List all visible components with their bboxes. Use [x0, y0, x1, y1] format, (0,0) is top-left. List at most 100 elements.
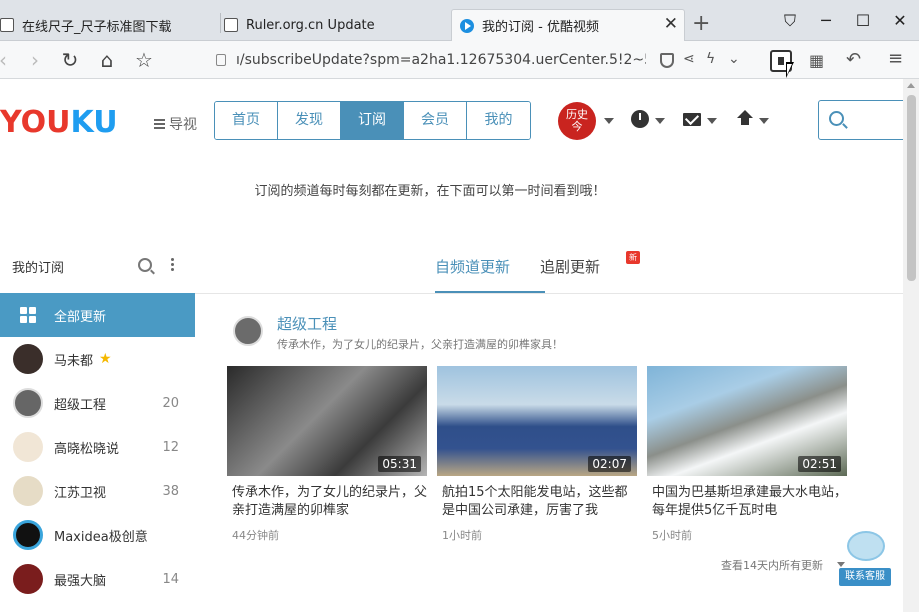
- sidebar-item-ma-weidu[interactable]: 马未都 ★: [0, 337, 195, 381]
- browser-tab-bar: 在线尺子_尺子标准图下载 Ruler.org.cn Update 我的订阅 - …: [0, 0, 919, 41]
- tab-channel-updates[interactable]: 自频道更新: [435, 256, 510, 289]
- subscribe-notice: 订阅的频道每时每刻都在更新，在下面可以第一时间看到哦！: [254, 184, 606, 199]
- nav-vip[interactable]: 会员: [404, 102, 467, 139]
- sidebar-item-label: 超级工程: [54, 397, 107, 413]
- video-card[interactable]: 02:51 中国为巴基斯坦承建最大水电站，每年提供5亿千瓦时电 5小时前: [647, 366, 847, 543]
- hamburger-icon: [154, 119, 165, 129]
- ruler-favicon-icon: [224, 18, 238, 32]
- user-avatar[interactable]: 历史今: [558, 102, 596, 140]
- sidebar-item-label: 马未都: [54, 353, 94, 369]
- upload-dropdown-icon[interactable]: [759, 118, 769, 124]
- view-all-updates-link[interactable]: 查看14天内所有更新: [721, 557, 823, 573]
- customer-service-button[interactable]: 联系客服: [839, 531, 891, 587]
- video-thumbnail[interactable]: 05:31: [227, 366, 427, 476]
- bookmark-star-icon[interactable]: ☆: [133, 49, 155, 71]
- main-nav: 首页 发现 订阅 会员 我的: [214, 101, 531, 140]
- channel-avatar: [13, 476, 43, 506]
- tab-title: 在线尺子_尺子标准图下载: [22, 19, 172, 35]
- page-scrollbar[interactable]: [903, 79, 919, 612]
- scrollbar-thumb[interactable]: [907, 95, 916, 281]
- video-time: 1小时前: [442, 529, 482, 542]
- reload-icon[interactable]: ↻: [59, 49, 81, 71]
- scroll-up-icon[interactable]: [907, 83, 915, 88]
- tab-youku-subscribe[interactable]: 我的订阅 - 优酷视频 ✕: [451, 9, 685, 41]
- guide-label: 导视: [169, 117, 197, 133]
- message-mail-icon[interactable]: [683, 113, 701, 126]
- subscription-list: 全部更新 马未都 ★ 超级工程 20 高晓松晓说 12 江苏卫视 38 Maxi…: [0, 293, 195, 601]
- channel-avatar: [13, 388, 43, 418]
- sidebar-more-icon[interactable]: [171, 258, 174, 272]
- undo-icon[interactable]: ↶: [846, 49, 861, 70]
- message-dropdown-icon[interactable]: [707, 118, 717, 124]
- star-icon: ★: [99, 351, 112, 367]
- share-icon[interactable]: ⋖: [683, 51, 695, 67]
- video-card[interactable]: 05:31 传承木作，为了女儿的纪录片，父亲打造满屋的卯榫家 44分钟前: [227, 366, 427, 543]
- tab-ruler-download[interactable]: 在线尺子_尺子标准图下载: [0, 9, 218, 41]
- video-title[interactable]: 航拍15个太阳能发电站，这些都是中国公司承建，厉害了我: [437, 484, 637, 520]
- tab-ruler-update[interactable]: Ruler.org.cn Update: [224, 9, 446, 41]
- sidebar-item-super-project[interactable]: 超级工程 20: [0, 381, 195, 425]
- new-tab-icon[interactable]: +: [692, 13, 710, 35]
- nav-mine[interactable]: 我的: [467, 102, 530, 139]
- sidebar-item-maxidea[interactable]: Maxidea极创意: [0, 513, 195, 557]
- search-icon[interactable]: [829, 111, 844, 126]
- nav-discover[interactable]: 发现: [278, 102, 341, 139]
- update-tabs: 自频道更新 追剧更新: [435, 256, 630, 289]
- history-dropdown-icon[interactable]: [655, 118, 665, 124]
- home-icon[interactable]: ⌂: [96, 49, 118, 71]
- mouse-cursor-icon: [786, 62, 794, 78]
- chat-bubble-icon: [847, 531, 885, 561]
- close-window-icon[interactable]: ✕: [889, 10, 911, 32]
- sidebar-title: 我的订阅: [12, 261, 65, 276]
- video-duration: 05:31: [378, 456, 421, 472]
- back-icon[interactable]: ‹: [0, 49, 14, 71]
- sidebar-item-jiangsu-tv[interactable]: 江苏卫视 38: [0, 469, 195, 513]
- sidebar-item-label: 全部更新: [54, 309, 107, 325]
- video-card[interactable]: 02:07 航拍15个太阳能发电站，这些都是中国公司承建，厉害了我 1小时前: [437, 366, 637, 543]
- lightning-icon[interactable]: ϟ: [706, 51, 715, 67]
- video-time: 5小时前: [652, 529, 692, 542]
- forward-icon[interactable]: ›: [24, 49, 46, 71]
- guide-menu-button[interactable]: 导视: [154, 114, 197, 134]
- skin-icon[interactable]: ⛉: [779, 10, 801, 32]
- maximize-icon[interactable]: ☐: [852, 10, 874, 32]
- divider: [195, 293, 919, 294]
- close-tab-icon[interactable]: ✕: [664, 16, 678, 33]
- avatar-dropdown-icon[interactable]: [604, 118, 614, 124]
- menu-icon[interactable]: ≡: [888, 48, 903, 69]
- update-count: 12: [162, 439, 179, 455]
- youku-logo[interactable]: YOUKU: [0, 105, 118, 140]
- customer-service-label: 联系客服: [839, 568, 891, 586]
- nav-subscribe[interactable]: 订阅: [341, 102, 404, 139]
- channel-avatar: [13, 564, 43, 594]
- apps-grid-icon[interactable]: ▦: [809, 51, 824, 70]
- minimize-icon[interactable]: ─: [815, 10, 837, 32]
- sidebar-item-strongest-brain[interactable]: 最强大脑 14: [0, 557, 195, 601]
- video-duration: 02:51: [798, 456, 841, 472]
- sidebar-item-label: 江苏卫视: [54, 485, 107, 501]
- sidebar-item-gao-xiaosong[interactable]: 高晓松晓说 12: [0, 425, 195, 469]
- history-clock-icon[interactable]: [631, 110, 649, 128]
- chevron-down-icon[interactable]: ⌄: [728, 51, 740, 67]
- tab-title: Ruler.org.cn Update: [246, 17, 375, 33]
- youku-favicon-icon: [460, 18, 474, 33]
- video-thumbnail[interactable]: 02:51: [647, 366, 847, 476]
- update-count: 38: [162, 483, 179, 499]
- video-title[interactable]: 传承木作，为了女儿的纪录片，父亲打造满屋的卯榫家: [227, 484, 427, 520]
- video-title[interactable]: 中国为巴基斯坦承建最大水电站，每年提供5亿千瓦时电: [647, 484, 847, 520]
- upload-icon[interactable]: [736, 110, 754, 128]
- channel-avatar[interactable]: [233, 316, 263, 346]
- sidebar-item-all-updates[interactable]: 全部更新: [0, 293, 195, 337]
- channel-description: 传承木作，为了女儿的纪录片，父亲打造满屋的卯榫家具！: [277, 338, 563, 351]
- url-text[interactable]: ı/subscribeUpdate?spm=a2ha1.12675304.uer…: [236, 52, 646, 68]
- video-duration: 02:07: [588, 456, 631, 472]
- tab-series-updates[interactable]: 追剧更新: [540, 256, 600, 289]
- channel-avatar: [13, 432, 43, 462]
- channel-name[interactable]: 超级工程: [277, 313, 337, 334]
- nav-home[interactable]: 首页: [215, 102, 278, 139]
- tab-separator: [220, 13, 221, 33]
- sidebar-search-icon[interactable]: [138, 258, 152, 272]
- video-thumbnail[interactable]: 02:07: [437, 366, 637, 476]
- new-badge: 新: [626, 251, 640, 264]
- shield-icon[interactable]: [660, 53, 674, 68]
